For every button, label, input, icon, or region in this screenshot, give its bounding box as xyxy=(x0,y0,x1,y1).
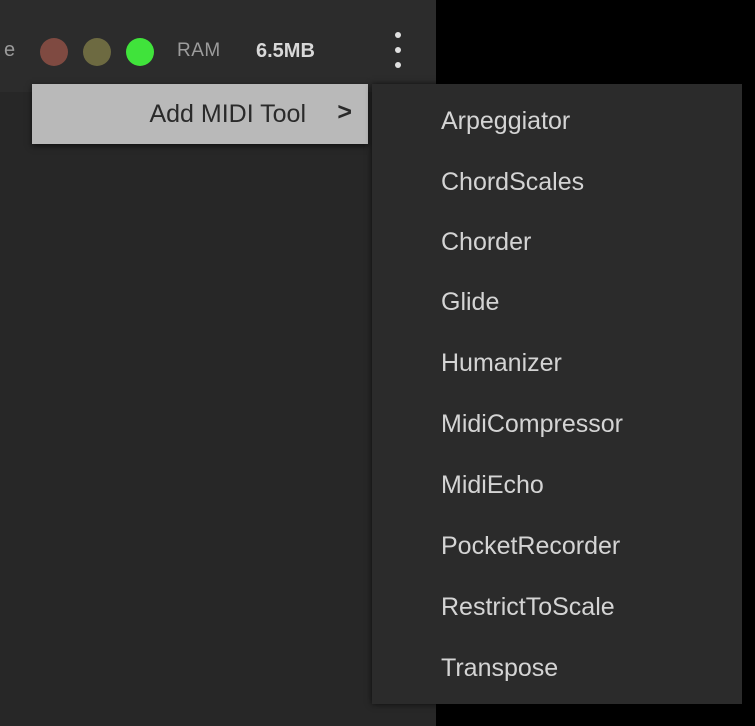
submenu-item-label: Chorder xyxy=(441,228,532,256)
submenu-item-chorder[interactable]: Chorder xyxy=(372,213,742,271)
submenu-item-label: PocketRecorder xyxy=(441,532,621,560)
submenu-item-label: MidiEcho xyxy=(441,471,544,499)
submenu-item-label: Humanizer xyxy=(441,349,562,377)
truncated-label: e xyxy=(4,39,16,61)
submenu-item-glide[interactable]: Glide xyxy=(372,273,742,331)
submenu-item-midicompressor[interactable]: MidiCompressor xyxy=(372,395,742,453)
submenu-item-restricttoscale[interactable]: RestrictToScale xyxy=(372,578,742,636)
ellipsis-dot xyxy=(395,47,401,53)
submenu-item-label: MidiCompressor xyxy=(441,410,623,438)
chevron-right-icon: > xyxy=(337,98,352,126)
ram-label: RAM xyxy=(177,40,221,61)
app-window: e RAM 6.5MB Add MIDI Tool > Arpeggiator … xyxy=(0,0,755,726)
submenu-item-label: ChordScales xyxy=(441,168,585,196)
submenu-item-humanizer[interactable]: Humanizer xyxy=(372,334,742,392)
status-led-green[interactable] xyxy=(126,38,154,66)
ellipsis-dot xyxy=(395,32,401,38)
header-bar: e RAM 6.5MB xyxy=(0,0,436,92)
submenu-item-transpose[interactable]: Transpose xyxy=(372,639,742,697)
status-led-olive[interactable] xyxy=(83,38,111,66)
submenu-item-label: RestrictToScale xyxy=(441,593,615,621)
submenu-item-label: Arpeggiator xyxy=(441,107,571,135)
submenu-item-arpeggiator[interactable]: Arpeggiator xyxy=(372,92,742,150)
midi-tool-submenu: Arpeggiator ChordScales Chorder Glide Hu… xyxy=(372,84,742,704)
menu-item-label: Add MIDI Tool xyxy=(149,100,306,128)
ram-value: 6.5MB xyxy=(256,40,315,62)
submenu-item-midiecho[interactable]: MidiEcho xyxy=(372,456,742,514)
menu-item-add-midi-tool[interactable]: Add MIDI Tool > xyxy=(32,84,368,144)
submenu-item-label: Transpose xyxy=(441,654,559,682)
submenu-item-label: Glide xyxy=(441,288,500,316)
ellipsis-dot xyxy=(395,62,401,68)
submenu-item-chordscales[interactable]: ChordScales xyxy=(372,153,742,211)
status-led-red[interactable] xyxy=(40,38,68,66)
vertical-ellipsis-icon[interactable] xyxy=(384,28,412,74)
submenu-item-pocketrecorder[interactable]: PocketRecorder xyxy=(372,517,742,575)
